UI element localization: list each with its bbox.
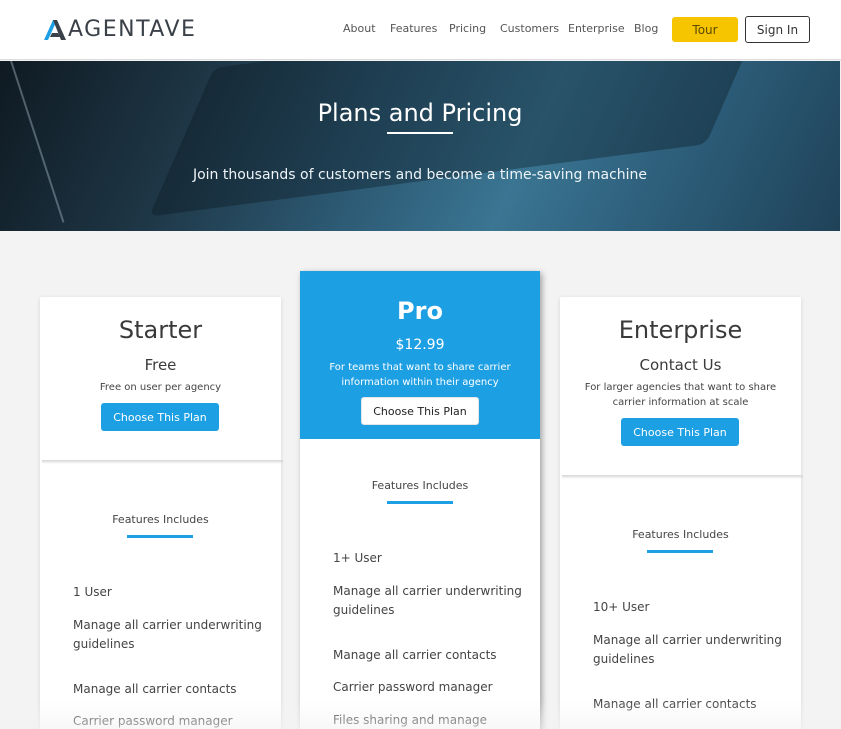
feature-item: Manage all carrier contacts [73, 682, 237, 696]
features-heading: Features Includes [371, 479, 469, 492]
feature-item: Manage all carrier underwriting guidelin… [73, 618, 262, 651]
feature-item: Carrier password manager [333, 680, 493, 694]
plan-price: $12.99 [395, 337, 445, 353]
nav-enterprise[interactable]: Enterprise [568, 22, 625, 35]
logo[interactable]: AGENTAVE [44, 19, 196, 41]
nav-features[interactable]: Features [390, 22, 437, 35]
features-heading: Features Includes [112, 513, 209, 526]
feature-item: Carrier password manager [73, 714, 233, 728]
choose-plan-button[interactable]: Choose This Plan [101, 403, 219, 431]
hero-title-underline [387, 132, 453, 134]
plan-description: For larger agencies that want to share c… [584, 382, 777, 408]
plan-card-starter: Starter Free Free on user per agency Cho… [40, 297, 283, 729]
hero-title: Plans and Pricing [317, 99, 523, 127]
features-heading: Features Includes [632, 528, 729, 541]
nav-pricing[interactable]: Pricing [449, 22, 486, 35]
nav-customers[interactable]: Customers [500, 22, 559, 35]
plan-price: Contact Us [639, 356, 722, 374]
card-divider [42, 460, 283, 464]
feature-item: Files sharing and manage carrier [333, 713, 488, 727]
hero-subtitle: Join thousands of customers and become a… [192, 167, 648, 183]
nav-about[interactable]: About [343, 22, 376, 35]
feature-item: Manage all carrier underwriting guidelin… [333, 584, 522, 617]
choose-plan-button[interactable]: Choose This Plan [621, 418, 739, 446]
plan-card-pro: Pro $12.99 For teams that want to share … [300, 271, 540, 729]
feature-item: 1 User [73, 585, 112, 599]
nav-blog[interactable]: Blog [634, 22, 658, 35]
hero-decoration [10, 61, 65, 223]
plan-card-enterprise: Enterprise Contact Us For larger agencie… [560, 297, 803, 729]
feature-item: Manage all carrier contacts [333, 648, 497, 662]
site-header: AGENTAVE About Features Pricing Customer… [0, 0, 841, 60]
choose-plan-button[interactable]: Choose This Plan [361, 397, 479, 425]
hero-background-image [149, 61, 771, 217]
features-heading-underline [647, 550, 713, 553]
plan-price: Free [144, 356, 177, 374]
feature-item: Manage all carrier underwriting guidelin… [593, 633, 782, 666]
features-heading-underline [127, 535, 193, 538]
logo-triangle-icon [44, 20, 66, 40]
sign-in-button[interactable]: Sign In [745, 16, 810, 43]
plan-name: Enterprise [618, 316, 743, 344]
plan-description: For teams that want to share carrier inf… [329, 362, 511, 388]
plan-description: Free on user per agency [99, 382, 222, 393]
logo-text: AGENTAVE [68, 17, 197, 42]
feature-item: 1+ User [333, 551, 382, 565]
hero-banner: Plans and Pricing Join thousands of cust… [0, 61, 840, 231]
feature-item: Manage all carrier contacts [593, 697, 757, 711]
plan-name: Starter [118, 316, 203, 344]
feature-item: 10+ User [593, 600, 650, 614]
features-heading-underline [387, 501, 453, 504]
tour-button[interactable]: Tour [672, 17, 738, 42]
plan-name: Pro [397, 297, 443, 325]
card-divider [562, 475, 803, 479]
